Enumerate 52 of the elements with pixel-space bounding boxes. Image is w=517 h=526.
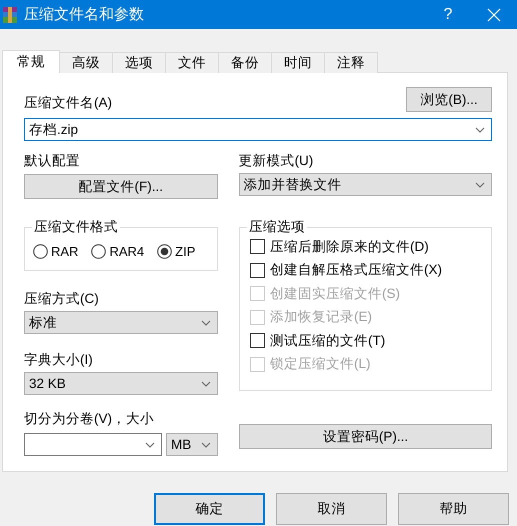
tab[interactable]: 文件 — [165, 52, 219, 73]
checkbox[interactable] — [250, 333, 265, 348]
tab[interactable]: 高级 — [59, 52, 113, 73]
browse-button[interactable]: 浏览(B)... — [406, 87, 492, 112]
checkbox-label: 创建固实压缩文件(S) — [270, 284, 400, 303]
dropdown[interactable]: 标准 — [24, 311, 218, 334]
field-label: 切分为分卷(V)，大小 — [24, 410, 155, 428]
tab[interactable]: 常规 — [2, 50, 60, 73]
checkbox-label: 创建自解压格式压缩文件(X) — [270, 261, 442, 280]
dropdown[interactable]: 添加并替换文件 — [238, 173, 492, 196]
tab[interactable]: 备份 — [218, 52, 272, 73]
dialog-button[interactable]: 确定 — [154, 493, 265, 525]
dialog-button[interactable]: 帮助 — [398, 493, 509, 525]
dialog-button[interactable]: 取消 — [276, 493, 387, 525]
radio-label: RAR4 — [109, 244, 144, 259]
radio-button[interactable] — [91, 244, 106, 259]
tab[interactable]: 注释 — [324, 52, 378, 73]
tab[interactable]: 时间 — [271, 52, 325, 73]
set-password-button[interactable]: 设置密码(P)... — [239, 424, 492, 449]
radio-label: ZIP — [175, 244, 196, 259]
field-label: 更新模式(U) — [238, 152, 314, 170]
radio-button[interactable] — [157, 244, 172, 259]
dropdown[interactable]: 32 KB — [24, 372, 218, 395]
group-title: 压缩选项 — [247, 218, 307, 236]
checkbox[interactable] — [250, 239, 265, 254]
tab[interactable]: 选项 — [112, 52, 166, 73]
checkbox-label: 测试压缩的文件(T) — [270, 332, 386, 350]
checkbox-label: 添加恢复记录(E) — [270, 308, 372, 326]
unit-dropdown[interactable]: MB — [166, 433, 218, 456]
field-label: 默认配置 — [24, 152, 81, 170]
field-label: 压缩文件名(A) — [24, 94, 112, 112]
volume-size-field[interactable] — [24, 433, 162, 456]
archive-name-field[interactable]: 存档.zip — [24, 118, 492, 141]
checkbox-label: 压缩后删除原来的文件(D) — [270, 238, 429, 256]
group-title: 压缩文件格式 — [32, 218, 120, 236]
books-icon — [2, 6, 18, 24]
chevron-down-icon[interactable] — [145, 442, 155, 448]
checkbox[interactable] — [250, 262, 265, 278]
window-title: 压缩文件名和参数 — [24, 5, 145, 24]
field-label: 压缩方式(C) — [24, 290, 100, 308]
close-icon[interactable] — [487, 8, 501, 22]
chevron-down-icon[interactable] — [201, 442, 211, 448]
chevron-down-icon[interactable] — [475, 182, 485, 188]
chevron-down-icon[interactable] — [475, 126, 485, 132]
field-label: 字典大小(I) — [24, 351, 94, 369]
radio-label: RAR — [51, 244, 78, 259]
checkbox-label: 锁定压缩文件(L) — [270, 355, 370, 374]
profiles-button[interactable]: 配置文件(F)... — [24, 174, 218, 199]
radio-button[interactable] — [33, 244, 48, 259]
chevron-down-icon[interactable] — [201, 380, 211, 386]
help-button[interactable]: ? — [425, 0, 471, 29]
chevron-down-icon[interactable] — [201, 320, 211, 326]
